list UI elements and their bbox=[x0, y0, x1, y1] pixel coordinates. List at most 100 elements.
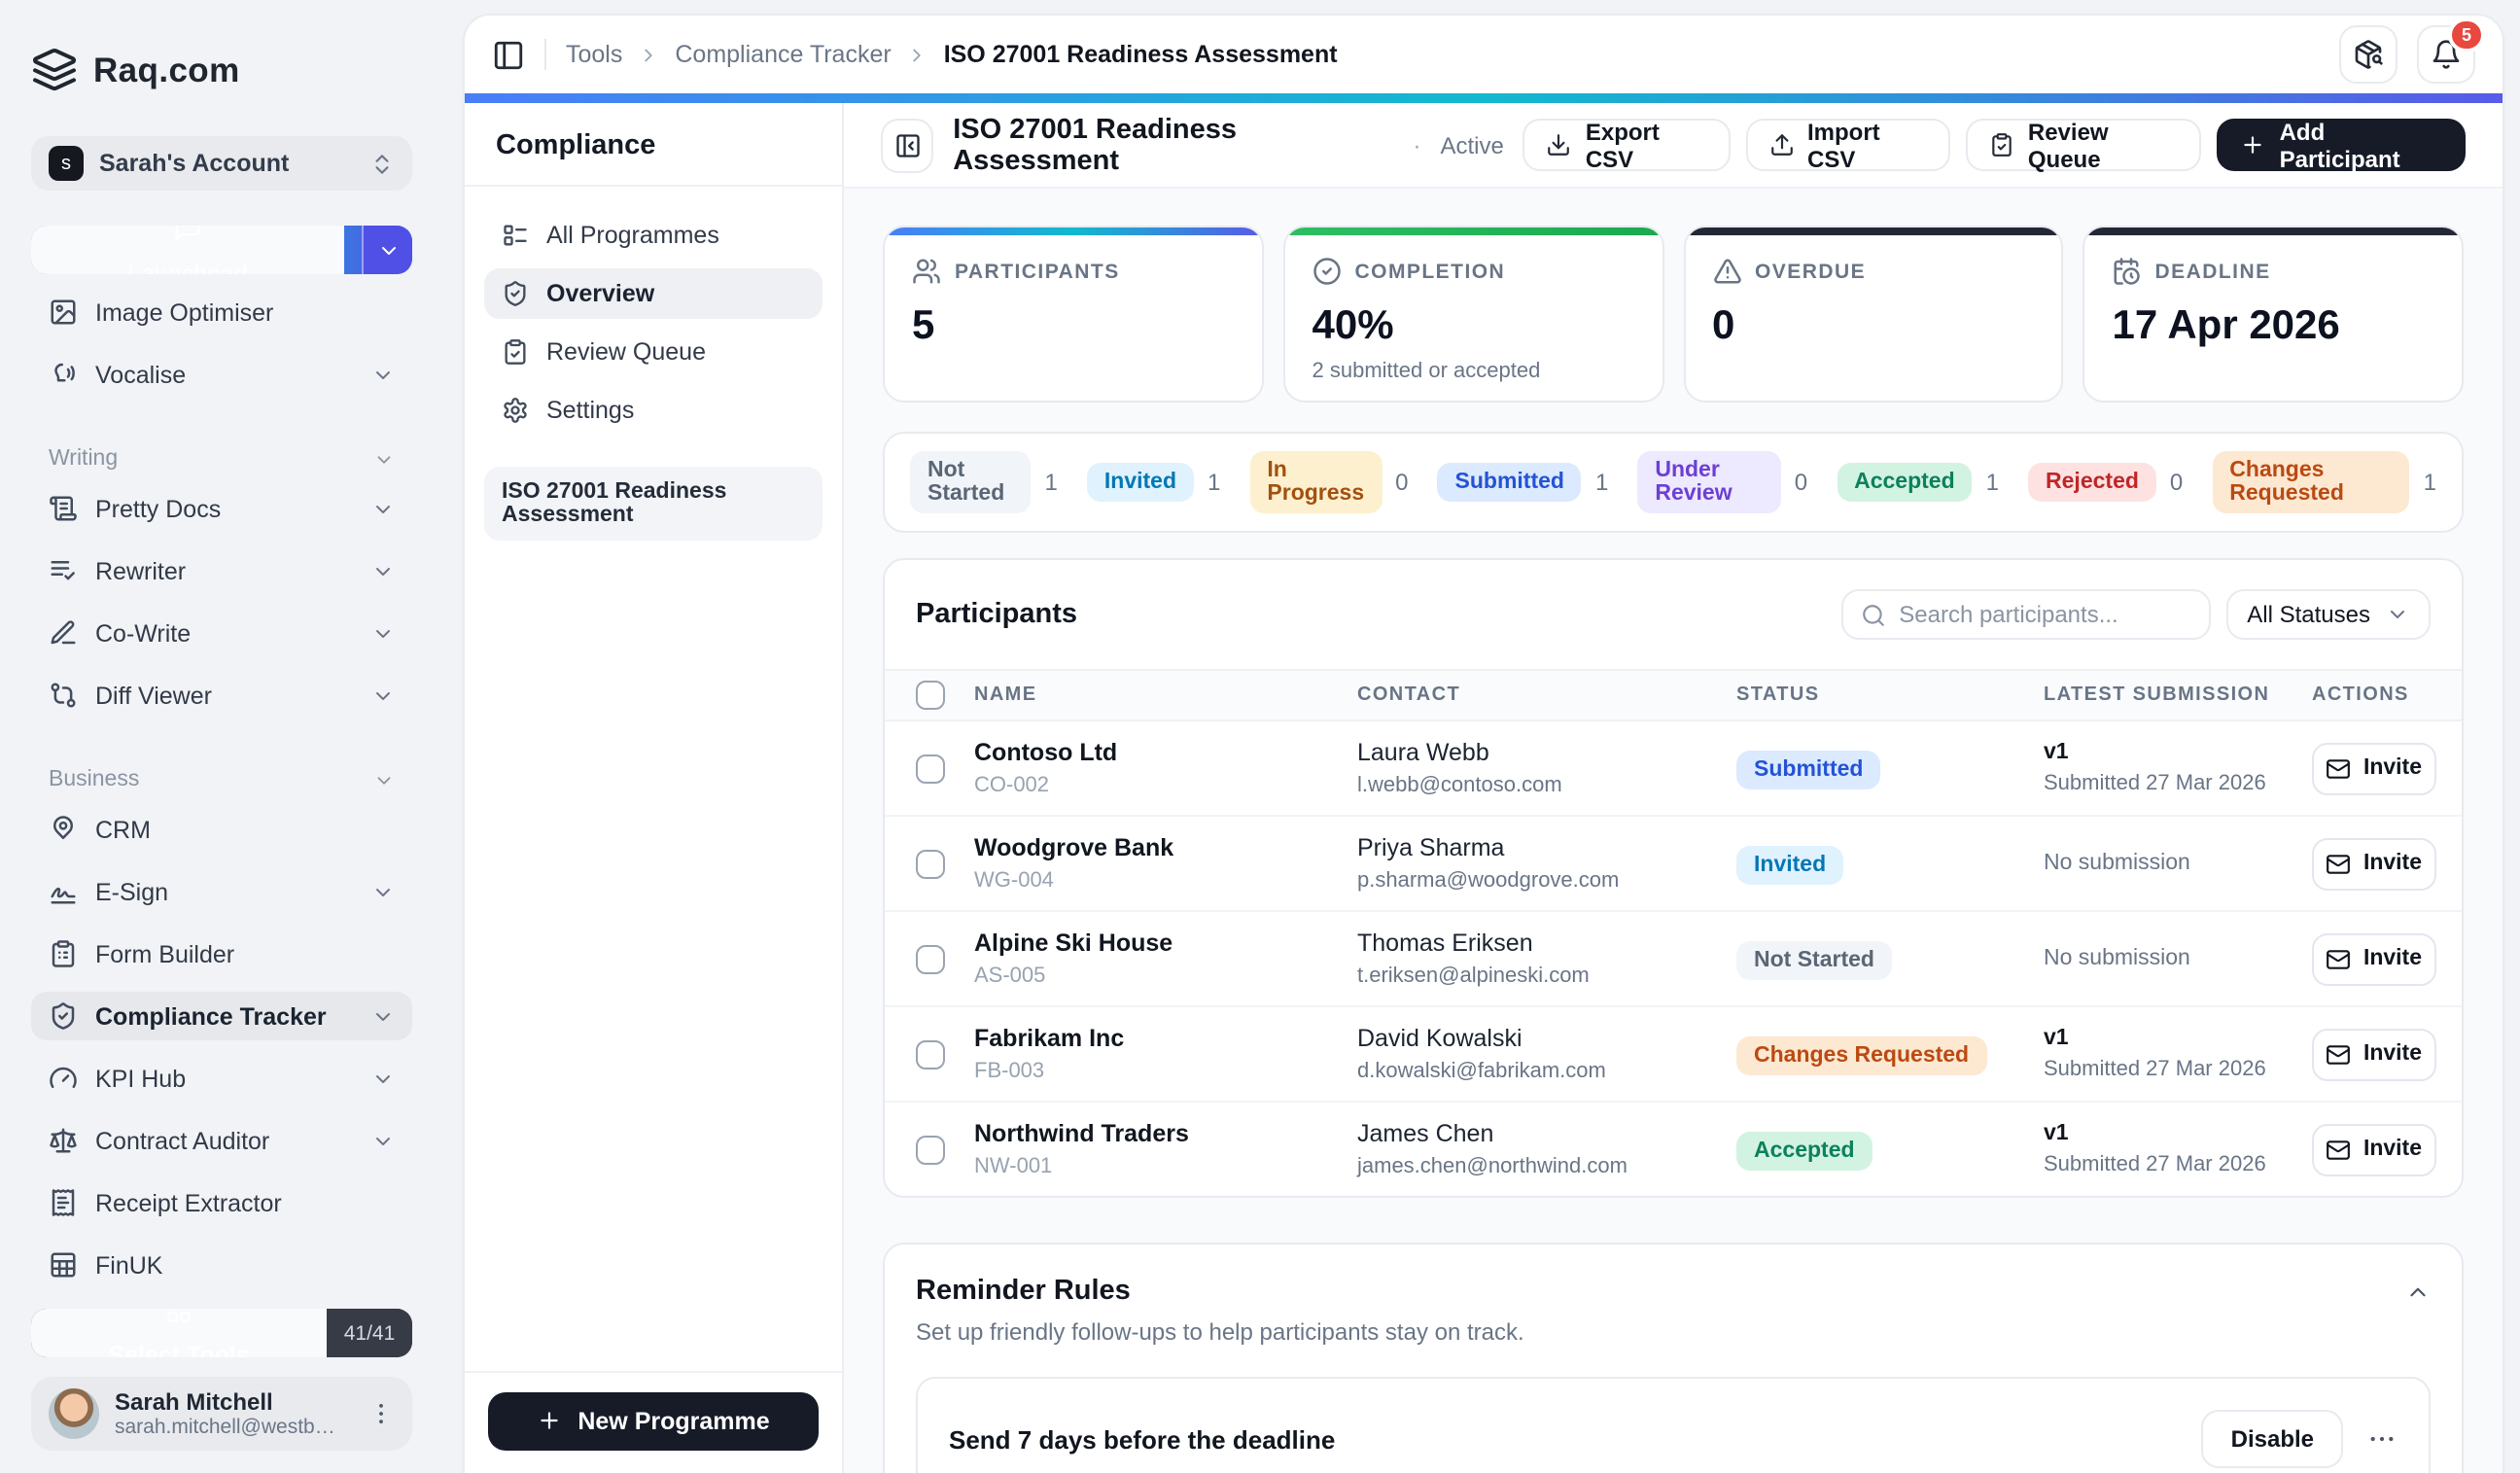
sidebar-section-writing[interactable]: Writing bbox=[31, 445, 412, 473]
scale-icon bbox=[49, 1126, 78, 1155]
participant-code: AS-005 bbox=[974, 964, 1046, 988]
row-checkbox[interactable] bbox=[916, 1039, 945, 1069]
sidebar-item-e-sign[interactable]: E-Sign bbox=[31, 867, 412, 916]
select-tools-label: Select Tools bbox=[108, 1342, 250, 1357]
page-content: PARTICIPANTS 5 COMPLETION 40% 2 submitted or… bbox=[844, 189, 2502, 1473]
collapse-section-icon[interactable] bbox=[2405, 1279, 2431, 1304]
chevron-down-icon bbox=[376, 238, 400, 262]
chevron-down-icon bbox=[371, 559, 395, 582]
panel-item-all-programmes[interactable]: All Programmes bbox=[484, 210, 822, 261]
participant-code: CO-002 bbox=[974, 774, 1050, 797]
image-icon bbox=[49, 298, 78, 327]
panel-item-review-queue[interactable]: Review Queue bbox=[484, 327, 822, 377]
sidebar-item-pretty-docs[interactable]: Pretty Docs bbox=[31, 484, 412, 533]
status-badge: Changes Requested bbox=[1736, 1036, 1987, 1075]
programme-item[interactable]: ISO 27001 Readiness Assessment bbox=[484, 467, 822, 541]
mail-icon bbox=[2327, 946, 2352, 971]
panel-title: Compliance bbox=[496, 130, 656, 161]
invite-button[interactable]: Invite bbox=[2312, 742, 2436, 794]
table-row: Woodgrove Bank WG-004 Priya Sharma p.sharma… bbox=[885, 815, 2462, 910]
download-icon bbox=[1547, 132, 1572, 158]
collapse-panel-button[interactable] bbox=[881, 118, 934, 172]
import-csv-button[interactable]: Import CSV bbox=[1745, 118, 1950, 172]
select-all-checkbox[interactable] bbox=[916, 681, 945, 710]
rule-menu-icon[interactable] bbox=[2366, 1423, 2398, 1455]
participant-name: Alpine Ski House bbox=[974, 929, 1173, 957]
pen-icon bbox=[49, 618, 78, 648]
package-search-button[interactable] bbox=[2339, 25, 2398, 84]
status-badge: Accepted bbox=[1736, 1132, 1872, 1171]
row-checkbox[interactable] bbox=[916, 849, 945, 878]
sidebar-item-kpi-hub[interactable]: KPI Hub bbox=[31, 1054, 412, 1103]
sidebar-item-label: E-Sign bbox=[95, 878, 169, 905]
export-csv-button[interactable]: Export CSV bbox=[1522, 118, 1730, 172]
new-programme-button[interactable]: New Programme bbox=[488, 1391, 819, 1450]
row-checkbox[interactable] bbox=[916, 754, 945, 783]
user-menu-icon[interactable] bbox=[368, 1400, 395, 1427]
sidebar-item-diff-viewer[interactable]: Diff Viewer bbox=[31, 671, 412, 719]
sidebar-item-finuk[interactable]: FinUK bbox=[31, 1241, 412, 1289]
notification-badge: 5 bbox=[2447, 18, 2485, 53]
search-input[interactable] bbox=[1899, 601, 2191, 628]
sidebar-item-expander[interactable] bbox=[362, 226, 412, 274]
table-body: Contoso Ltd CO-002 Laura Webb l.webb@contos… bbox=[885, 721, 2462, 1196]
brand-logo: Raq.com bbox=[31, 47, 412, 93]
stat-subtext: 2 submitted or accepted bbox=[1312, 360, 1541, 383]
user-card[interactable]: Sarah Mitchell sarah.mitchell@westbur... bbox=[31, 1377, 412, 1451]
sidebar-item-crm[interactable]: CRM bbox=[31, 805, 412, 854]
sidebar-item-co-write[interactable]: Co-Write bbox=[31, 609, 412, 657]
column-header-name: NAME bbox=[974, 684, 1037, 706]
stat-value: 0 bbox=[1712, 303, 1735, 348]
panel-item-label: Review Queue bbox=[546, 338, 706, 366]
status-count: 1 bbox=[1594, 469, 1609, 496]
sidebar-item-label: Image Optimiser bbox=[95, 298, 274, 326]
button-label: Review Queue bbox=[2027, 118, 2109, 172]
sidebar-item-vocalise[interactable]: Vocalise bbox=[31, 350, 412, 399]
sidebar-section-business[interactable]: Business bbox=[31, 766, 412, 793]
cell-contact: Laura Webb l.webb@contoso.com bbox=[1357, 739, 1736, 797]
app-window: Raq.com s Sarah's Account Launchpad Image… bbox=[0, 0, 2520, 1473]
notifications-button[interactable]: 5 bbox=[2417, 18, 2485, 84]
status-filter-dropdown[interactable]: All Statuses bbox=[2225, 589, 2431, 640]
panel-item-settings[interactable]: Settings bbox=[484, 385, 822, 436]
invite-button[interactable]: Invite bbox=[2312, 1123, 2436, 1175]
invite-button[interactable]: Invite bbox=[2312, 932, 2436, 985]
panel-item-overview[interactable]: Overview bbox=[484, 268, 822, 319]
breadcrumb-iso-27001-readiness-assessment[interactable]: ISO 27001 Readiness Assessment bbox=[944, 41, 1338, 68]
stat-card-completion: COMPLETION 40% 2 submitted or accepted bbox=[1282, 226, 1663, 403]
sidebar-item-rewriter[interactable]: Rewriter bbox=[31, 546, 412, 595]
sidebar-item-contract-auditor[interactable]: Contract Auditor bbox=[31, 1116, 412, 1165]
disable-button[interactable]: Disable bbox=[2201, 1410, 2343, 1468]
row-checkbox[interactable] bbox=[916, 1135, 945, 1164]
breadcrumb-compliance-tracker[interactable]: Compliance Tracker bbox=[675, 41, 891, 68]
sidebar-item-launchpad[interactable]: Launchpad bbox=[31, 226, 412, 274]
invite-button[interactable]: Invite bbox=[2312, 1028, 2436, 1080]
submission-version: v1 bbox=[2044, 1027, 2069, 1050]
page-title: ISO 27001 Readiness Assessment bbox=[953, 114, 1237, 176]
stat-card-participants: PARTICIPANTS 5 bbox=[883, 226, 1264, 403]
accent-gradient-bar bbox=[465, 93, 2502, 103]
select-tools-button[interactable]: Select Tools 41/41 bbox=[31, 1309, 412, 1357]
column-header-contact: CONTACT bbox=[1357, 684, 1461, 706]
cell-latest-submission: v1 Submitted 27 Mar 2026 bbox=[2044, 1027, 2312, 1081]
breadcrumb-tools[interactable]: Tools bbox=[566, 41, 622, 68]
row-checkbox[interactable] bbox=[916, 944, 945, 973]
sidebar-item-form-builder[interactable]: Form Builder bbox=[31, 929, 412, 978]
divider bbox=[544, 39, 546, 70]
panel-toggle-icon[interactable] bbox=[492, 38, 525, 71]
stat-accent bbox=[1685, 228, 2062, 235]
page-header: ISO 27001 Readiness Assessment · Active … bbox=[844, 103, 2502, 189]
sidebar-item-image-optimiser[interactable]: Image Optimiser bbox=[31, 288, 412, 336]
reminder-rules-title: Reminder Rules bbox=[916, 1276, 1131, 1307]
sidebar-item-receipt-extractor[interactable]: Receipt Extractor bbox=[31, 1178, 412, 1227]
invite-button[interactable]: Invite bbox=[2312, 837, 2436, 890]
account-switcher[interactable]: s Sarah's Account bbox=[31, 136, 412, 191]
search-participants[interactable] bbox=[1840, 589, 2211, 640]
review-queue-button[interactable]: Review Queue bbox=[1965, 118, 2202, 172]
mail-icon bbox=[2327, 1041, 2352, 1067]
sidebar-item-compliance-tracker[interactable]: Compliance Tracker bbox=[31, 992, 412, 1040]
table-row: Northwind Traders NW-001 James Chen james.c… bbox=[885, 1101, 2462, 1196]
cell-contact: Priya Sharma p.sharma@woodgrove.com bbox=[1357, 834, 1736, 893]
status-pill-under-review: Under Review bbox=[1637, 451, 1781, 513]
add-participant-button[interactable]: Add Participant bbox=[2217, 118, 2466, 172]
